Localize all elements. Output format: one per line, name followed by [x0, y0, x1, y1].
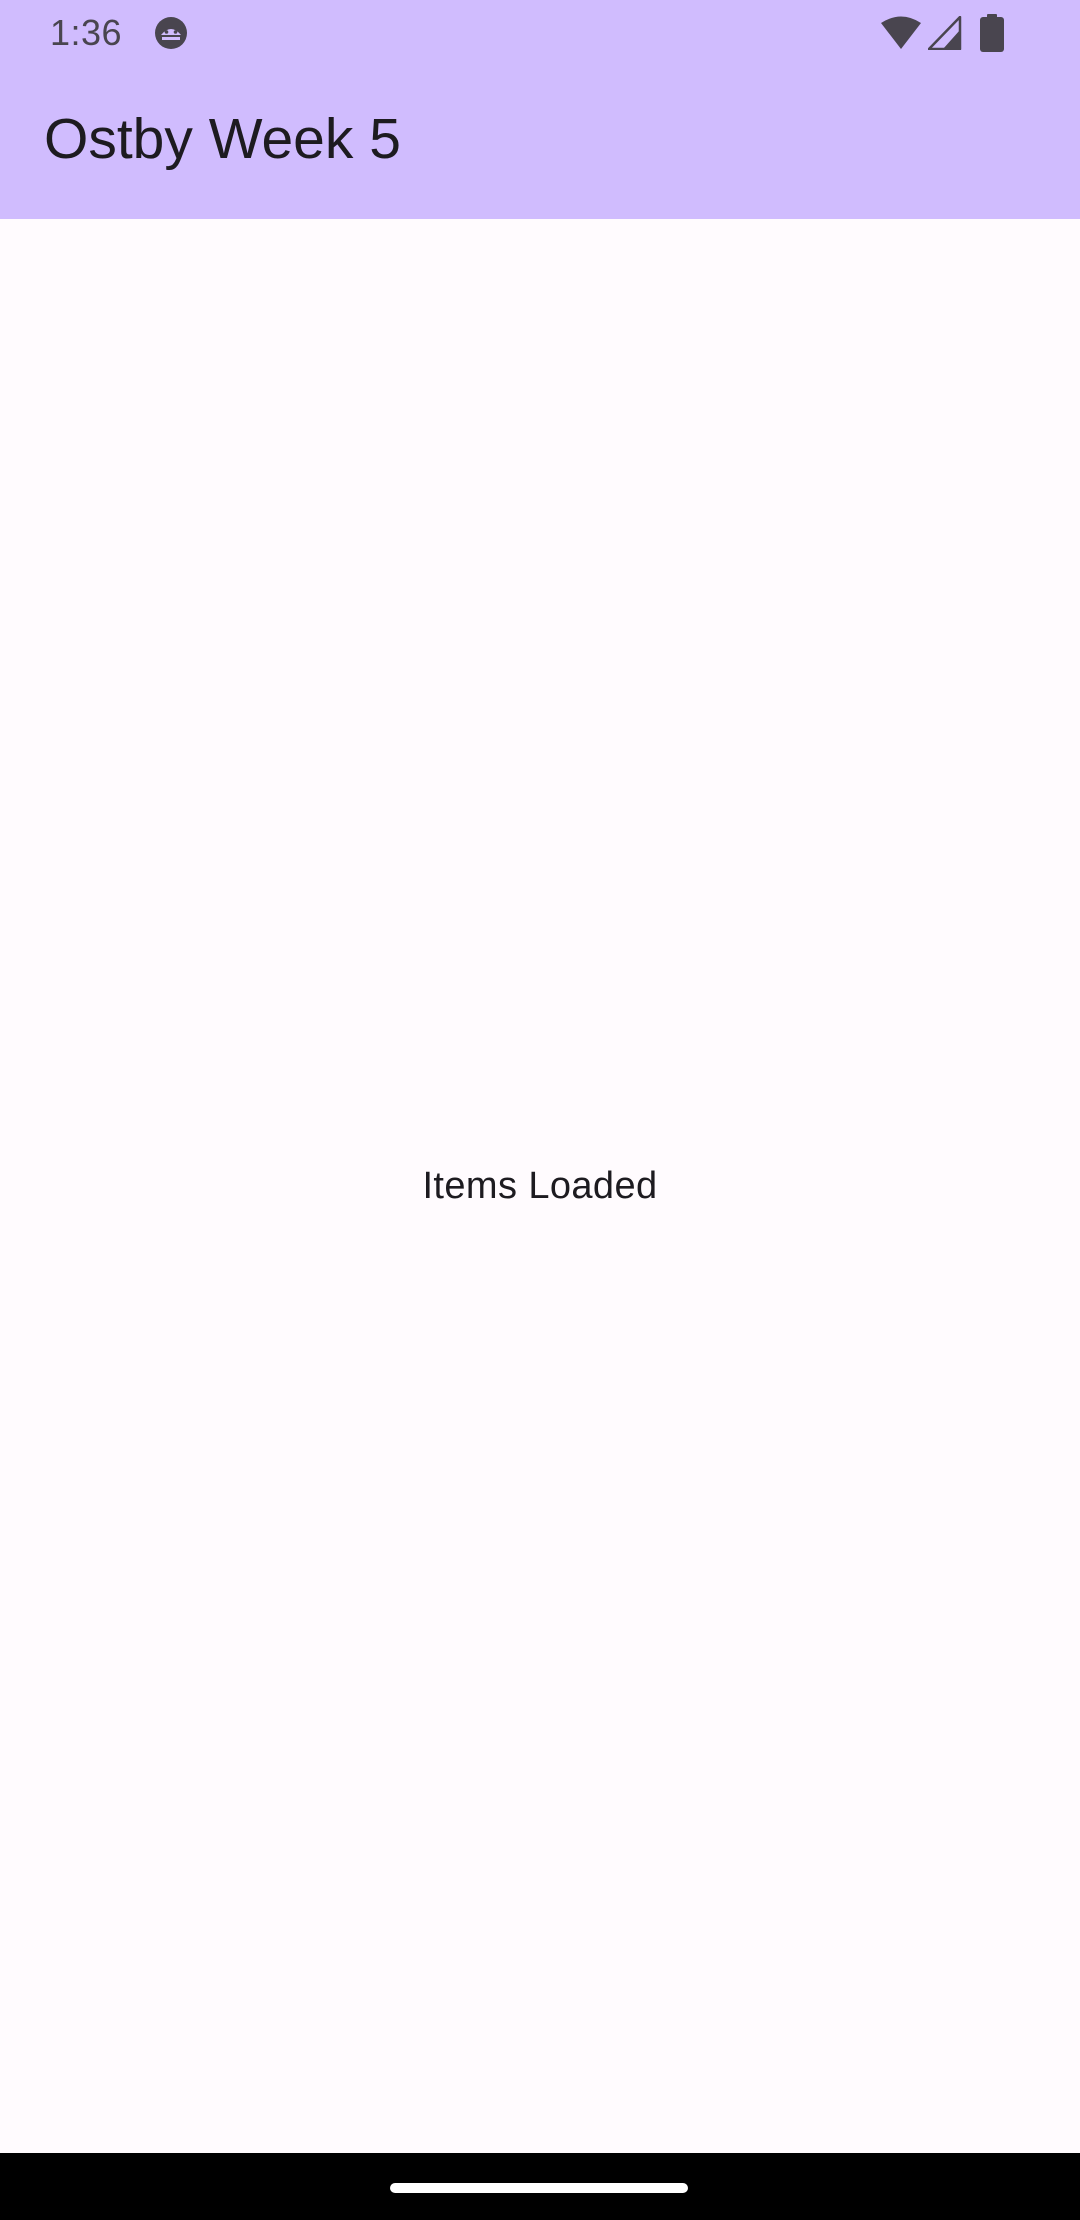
app-header: 1:36 Ostby Week 5	[0, 0, 1080, 219]
gesture-home-handle[interactable]	[390, 2183, 688, 2193]
main-content: Items Loaded	[0, 219, 1080, 2153]
system-navigation-bar	[0, 2153, 1080, 2220]
android-app-icon	[155, 17, 187, 49]
wifi-icon	[881, 16, 921, 49]
battery-icon	[980, 14, 1004, 52]
status-bar: 1:36	[0, 0, 1080, 66]
app-title: Ostby Week 5	[44, 107, 401, 171]
status-time: 1:36	[50, 12, 123, 53]
items-loaded-message: Items Loaded	[422, 1165, 658, 1207]
cellular-signal-icon	[928, 16, 962, 50]
